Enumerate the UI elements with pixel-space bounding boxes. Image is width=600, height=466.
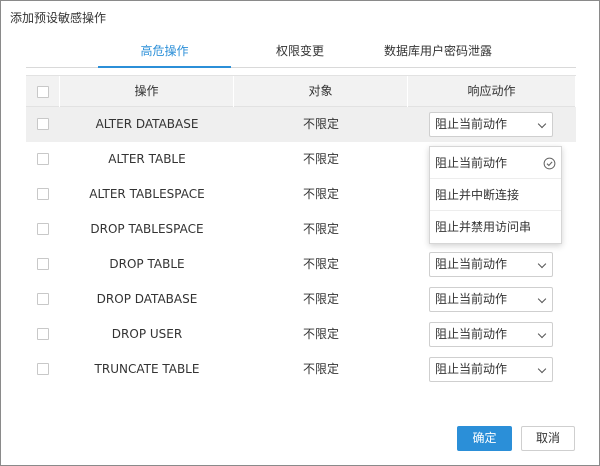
operation-cell: DROP TABLESPACE	[90, 222, 204, 236]
action-select-value: 阻止当前动作	[435, 327, 508, 341]
row-checkbox[interactable]	[37, 118, 49, 130]
row-checkbox[interactable]	[37, 293, 49, 305]
check-circle-icon	[543, 157, 556, 170]
table-row: DROP DATABASE 不限定 阻止当前动作	[26, 282, 576, 317]
operation-cell: ALTER DATABASE	[95, 117, 199, 131]
dropdown-option-label: 阻止并禁用访问串	[435, 220, 532, 234]
action-select[interactable]: 阻止当前动作	[429, 252, 553, 277]
tab-bar: 高危操作 权限变更 数据库用户密码泄露	[26, 41, 576, 68]
target-cell: 不限定	[302, 222, 339, 236]
target-cell: 不限定	[302, 117, 339, 131]
chevron-down-icon	[537, 329, 547, 339]
action-select-value: 阻止当前动作	[435, 362, 508, 376]
chevron-down-icon	[537, 364, 547, 374]
row-checkbox[interactable]	[37, 188, 49, 200]
target-cell: 不限定	[302, 187, 339, 201]
header-checkbox-cell	[26, 76, 60, 107]
action-select[interactable]: 阻止当前动作	[429, 322, 553, 347]
operation-cell: DROP USER	[111, 327, 183, 341]
operation-cell: DROP DATABASE	[96, 292, 198, 306]
tab-high-risk[interactable]: 高危操作	[98, 41, 231, 68]
tab-permission-change[interactable]: 权限变更	[254, 41, 346, 68]
select-all-checkbox[interactable]	[37, 86, 49, 98]
chevron-down-icon	[537, 259, 547, 269]
action-select-value: 阻止当前动作	[435, 257, 508, 271]
operation-cell: DROP TABLE	[109, 257, 185, 271]
action-select-value: 阻止当前动作	[435, 292, 508, 306]
confirm-button[interactable]: 确定	[457, 426, 512, 451]
dialog: 添加预设敏感操作 高危操作 权限变更 数据库用户密码泄露 操作 对象 响应动作 …	[0, 0, 600, 466]
action-select[interactable]: 阻止当前动作	[429, 287, 553, 312]
table-header: 操作 对象 响应动作	[26, 75, 576, 107]
row-checkbox[interactable]	[37, 153, 49, 165]
target-cell: 不限定	[302, 152, 339, 166]
operation-cell: ALTER TABLE	[108, 152, 186, 166]
cancel-button[interactable]: 取消	[521, 426, 575, 451]
dropdown-option-label: 阻止并中断连接	[435, 188, 520, 202]
target-cell: 不限定	[302, 362, 339, 376]
target-cell: 不限定	[302, 292, 339, 306]
action-select-value: 阻止当前动作	[435, 117, 508, 131]
action-select[interactable]: 阻止当前动作	[429, 357, 553, 382]
operation-cell: TRUNCATE TABLE	[94, 362, 200, 376]
action-select[interactable]: 阻止当前动作	[429, 112, 553, 137]
row-checkbox[interactable]	[37, 223, 49, 235]
dropdown-option-block-disconnect[interactable]: 阻止并中断连接	[430, 179, 561, 211]
chevron-down-icon	[537, 294, 547, 304]
dropdown-option-label: 阻止当前动作	[435, 156, 508, 170]
header-action: 响应动作	[408, 76, 576, 107]
header-target: 对象	[234, 76, 408, 107]
tab-password-leak[interactable]: 数据库用户密码泄露	[366, 41, 510, 68]
action-dropdown-menu: 阻止当前动作 阻止并中断连接 阻止并禁用访问串	[429, 146, 562, 244]
table-row: TRUNCATE TABLE 不限定 阻止当前动作	[26, 352, 576, 387]
dialog-title: 添加预设敏感操作	[10, 11, 107, 25]
target-cell: 不限定	[302, 327, 339, 341]
operation-cell: ALTER TABLESPACE	[89, 187, 205, 201]
row-checkbox[interactable]	[37, 258, 49, 270]
chevron-down-icon	[537, 119, 547, 129]
table-row: DROP TABLE 不限定 阻止当前动作	[26, 247, 576, 282]
target-cell: 不限定	[302, 257, 339, 271]
header-operation: 操作	[60, 76, 234, 107]
table-row: DROP USER 不限定 阻止当前动作	[26, 317, 576, 352]
row-checkbox[interactable]	[37, 328, 49, 340]
table-row: ALTER DATABASE 不限定 阻止当前动作	[26, 107, 576, 142]
dropdown-option-block-action[interactable]: 阻止当前动作	[430, 147, 561, 179]
row-checkbox[interactable]	[37, 363, 49, 375]
dropdown-option-block-disable-access[interactable]: 阻止并禁用访问串	[430, 211, 561, 243]
